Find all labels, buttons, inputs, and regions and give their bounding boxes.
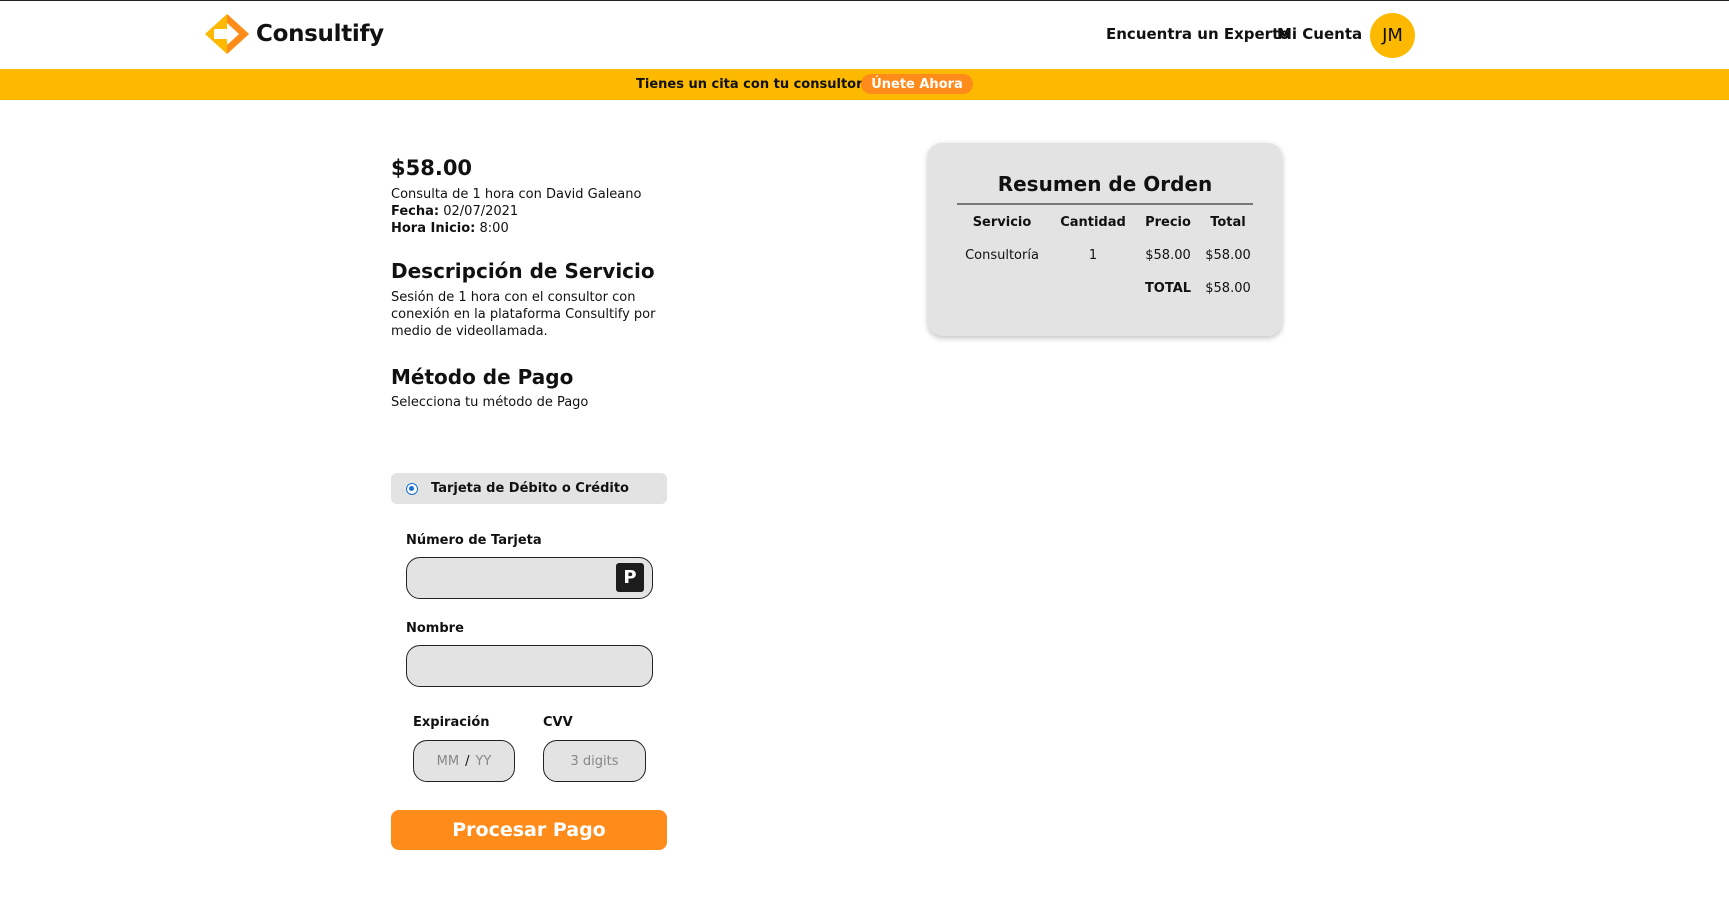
nav-my-account[interactable]: Mi Cuenta [1277,25,1362,43]
name-input[interactable] [406,645,653,687]
banner-text: Tienes un cita con tu consultor [636,77,863,92]
logo-arrow-icon [205,14,249,54]
cvv-label: CVV [543,715,573,730]
row-total: $58.00 [1205,248,1251,263]
column-header-quantity: Cantidad [1060,215,1126,230]
name-label: Nombre [406,621,464,636]
order-price: $58.00 [391,156,473,180]
row-service: Consultoría [965,248,1039,263]
appointment-banner: Tienes un cita con tu consultor Únete Ah… [0,69,1729,100]
summary-divider [957,203,1253,205]
time-label: Hora Inicio: [391,221,476,236]
column-header-service: Servicio [972,215,1032,230]
payment-title: Método de Pago [391,365,574,389]
order-time: Hora Inicio: 8:00 [391,220,681,237]
card-option-label: Tarjeta de Débito o Crédito [431,481,629,496]
service-title: Descripción de Servicio [391,259,655,283]
payment-subtitle: Selecciona tu método de Pago [391,395,589,410]
row-quantity: 1 [1088,248,1098,263]
total-label: TOTAL [1144,281,1192,296]
date-label: Fecha: [391,204,440,219]
brand-name: Consultify [256,21,384,47]
card-radio-button[interactable] [406,482,418,495]
expiration-input[interactable]: MM / YY [413,740,515,782]
nav-find-expert[interactable]: Encuentra un Experto [1106,25,1290,43]
expiration-year-placeholder: YY [475,753,492,769]
cvv-placeholder: 3 digits [570,753,619,769]
time-value: 8:00 [479,221,509,236]
site-header: Consultify Encuentra un Experto Mi Cuent… [0,1,1729,69]
expiration-label: Expiración [413,715,490,730]
order-summary-card: Resumen de Orden Servicio Cantidad Preci… [928,143,1282,336]
total-value: $58.00 [1205,281,1251,296]
card-number-label: Número de Tarjeta [406,533,542,548]
service-description: Sesión de 1 hora con el consultor con co… [391,290,656,339]
column-header-total: Total [1210,215,1246,230]
user-avatar[interactable]: JM [1370,13,1415,58]
brand-logo[interactable]: Consultify [205,14,384,54]
order-description: Consulta de 1 hora con David Galeano [391,187,642,202]
order-details: $58.00 Consulta de 1 hora con David Gale… [391,156,681,411]
join-now-button[interactable]: Únete Ahora [861,74,973,94]
cvv-input[interactable]: 3 digits [543,740,646,782]
expiration-separator: / [465,753,470,769]
row-price: $58.00 [1145,248,1191,263]
card-brand-icon: P [616,563,644,592]
date-value: 02/07/2021 [443,204,519,219]
process-payment-button[interactable]: Procesar Pago [391,810,667,850]
payment-method-card-option[interactable]: Tarjeta de Débito o Crédito [391,473,667,504]
order-date: Fecha: 02/07/2021 [391,203,681,220]
expiration-month-placeholder: MM [436,753,460,769]
summary-title: Resumen de Orden [997,172,1213,196]
column-header-price: Precio [1145,215,1191,230]
